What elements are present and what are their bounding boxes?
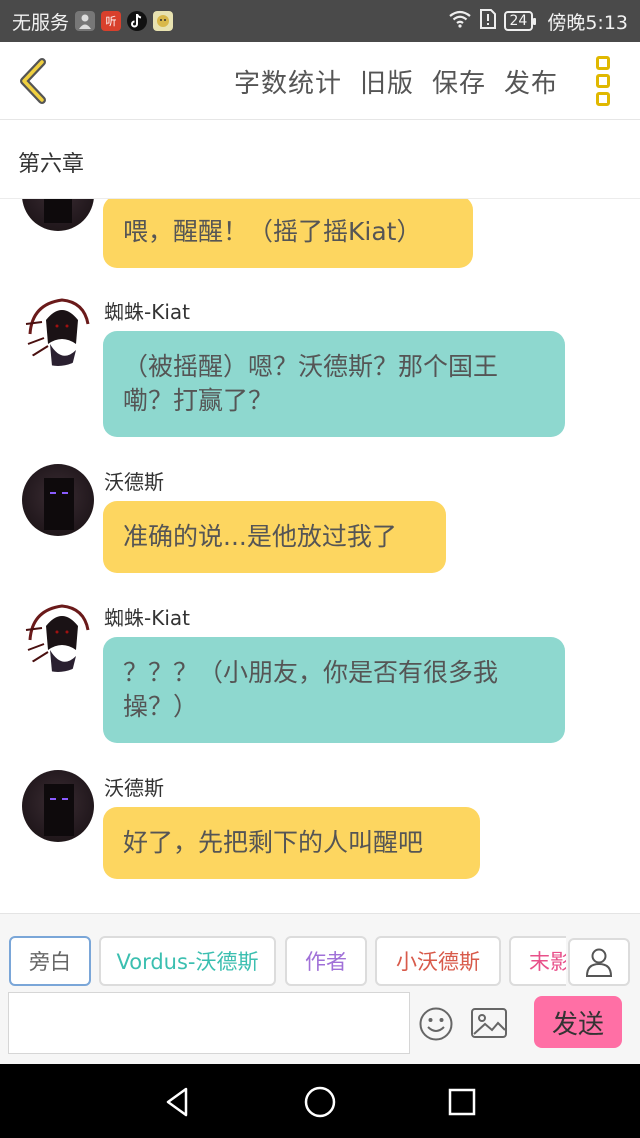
editor-header: 字数统计 旧版 保存 发布 [0,42,640,120]
role-label: 旁白 [29,950,71,974]
message-text: 好了，先把剩下的人叫醒吧 [123,828,424,857]
nav-recents-button[interactable] [444,1084,480,1120]
clock-time: 傍晚5:13 [547,11,628,34]
role-label: 作者 [305,950,347,974]
enderman-avatar-icon [44,784,74,836]
wifi-icon [448,10,472,33]
carrier-text: 无服务 [12,11,70,34]
image-button[interactable] [470,1006,508,1040]
old-version-button[interactable]: 旧版 [360,63,414,100]
message-bubble[interactable]: 准确的说...是他放过我了 [103,501,446,573]
avatar[interactable] [22,294,94,366]
spider-kiat-avatar-icon [25,298,90,366]
back-chevron-icon [20,58,46,104]
role-chip[interactable]: Vordus-沃德斯 [99,936,276,986]
role-selector[interactable]: 旁白 Vordus-沃德斯 作者 小沃德斯 末影 [0,936,566,988]
sender-name: 沃德斯 [104,776,164,800]
notification-app-icon [153,11,174,31]
message-bubble[interactable]: ？？？（小朋友，你是否有很多我 操？） [103,637,565,743]
emoji-icon [419,1007,453,1041]
role-label: Vordus-沃德斯 [116,950,259,974]
emoji-button[interactable] [418,1006,454,1042]
role-chip[interactable]: 旁白 [9,936,91,986]
avatar[interactable] [22,464,94,536]
sim-alert-icon [479,8,496,34]
profile-button[interactable] [568,938,630,986]
message-bubble[interactable]: 好了，先把剩下的人叫醒吧 [103,807,480,879]
avatar[interactable] [22,199,94,231]
notification-tiktok-icon [127,11,148,31]
more-menu-button[interactable] [596,56,614,106]
message-text-line: 嘞？打赢了？ [123,386,274,415]
chat-list[interactable]: 喂，醒醒！（摇了摇Kiat） 蜘蛛-Kiat （被摇醒）嗯？沃德斯？那个国王 嘞… [0,199,640,913]
save-button[interactable]: 保存 [432,63,486,100]
send-button[interactable]: 发送 [534,996,622,1048]
word-count-button[interactable]: 字数统计 [234,63,342,100]
role-chip[interactable]: 作者 [285,936,367,986]
user-icon [585,948,613,977]
role-chip[interactable]: 末影 [509,936,566,986]
battery-indicator: 24 [503,11,537,31]
sender-name: 蜘蛛-Kiat [104,300,190,324]
role-chip[interactable]: 小沃德斯 [375,936,501,986]
message-text: 喂，醒醒！（摇了摇Kiat） [123,217,422,246]
avatar[interactable] [22,906,94,913]
role-label: 末影 [529,950,566,974]
sender-name: 蜘蛛-Kiat [104,606,190,630]
square-recents-icon [448,1088,476,1116]
message-text-line: ？？？（小朋友，你是否有很多我 [123,658,499,687]
composer: 旁白 Vordus-沃德斯 作者 小沃德斯 末影 [0,913,640,1064]
system-nav-bar [0,1064,640,1138]
nav-home-button[interactable] [302,1084,338,1120]
nav-back-button[interactable] [160,1084,196,1120]
message-text-line: 操？） [123,692,199,721]
chapter-bar[interactable]: 第六章 [0,121,640,199]
enderman-avatar-icon [44,199,72,223]
spider-kiat-avatar-icon [25,604,90,672]
message-bubble[interactable]: （被摇醒）嗯？沃德斯？那个国王 嘞？打赢了？ [103,331,565,437]
triangle-back-icon [166,1087,188,1117]
back-button[interactable] [14,56,54,106]
avatar[interactable] [22,600,94,672]
circle-home-icon [304,1086,336,1118]
sender-name: 沃德斯 [104,470,164,494]
message-text-line: （被摇醒）嗯？沃德斯？那个国王 [123,352,499,381]
status-bar: 无服务 听 24 傍晚5:13 [0,0,640,42]
message-text: 准确的说...是他放过我了 [123,522,397,551]
message-bubble[interactable]: 喂，醒醒！（摇了摇Kiat） [103,199,473,268]
avatar[interactable] [22,770,94,842]
message-input[interactable] [8,992,410,1054]
notification-person-icon [75,11,96,31]
more-vertical-icon [596,56,610,70]
role-label: 小沃德斯 [396,950,480,974]
publish-button[interactable]: 发布 [504,63,558,100]
chapter-title: 第六章 [18,152,85,177]
notification-ting-icon: 听 [101,11,122,31]
enderman-avatar-icon [44,478,74,530]
image-icon [471,1008,507,1038]
